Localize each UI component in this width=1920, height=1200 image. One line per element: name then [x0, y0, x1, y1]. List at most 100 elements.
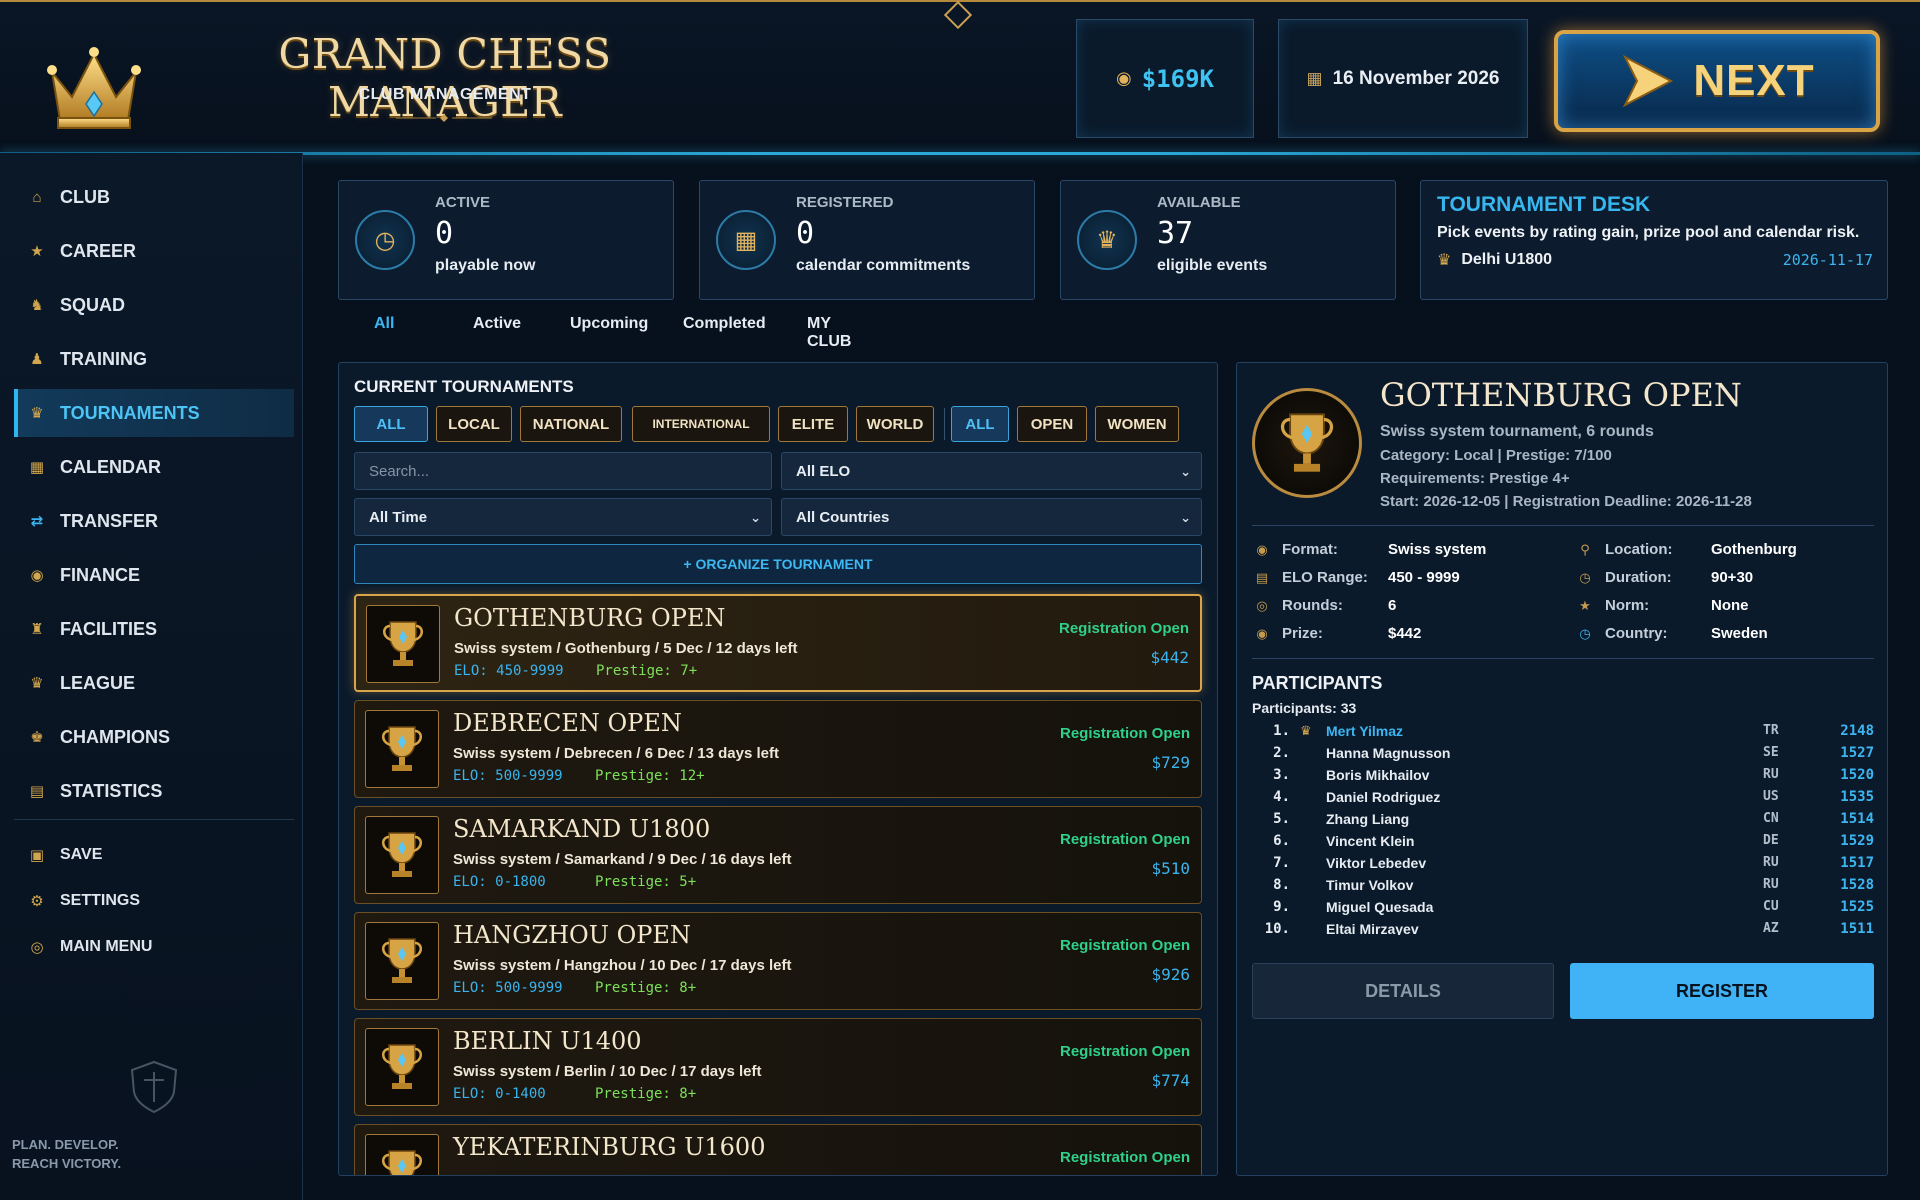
- participant-rank: 1.: [1273, 723, 1290, 739]
- squad-icon: ♞: [30, 297, 44, 314]
- sidebar-item-squad[interactable]: ♞ SQUAD: [14, 281, 294, 329]
- money-value: $169K: [1141, 64, 1214, 93]
- attr-value: Gothenburg: [1711, 541, 1797, 558]
- tab-upcoming[interactable]: Upcoming: [570, 315, 648, 333]
- sidebar-item-facilities[interactable]: ♜ FACILITIES: [14, 605, 294, 653]
- sidebar-item-finance[interactable]: ◉ FINANCE: [14, 551, 294, 599]
- coins-icon: ◉: [1116, 68, 1132, 88]
- sidebar-item-tournaments[interactable]: ♛ TOURNAMENTS: [14, 389, 294, 437]
- sidebar-item-transfer[interactable]: ⇄ TRANSFER: [14, 497, 294, 545]
- tournament-name: DEBRECEN OPEN: [453, 709, 682, 737]
- tournament-prize: $510: [1151, 859, 1190, 878]
- tournament-row[interactable]: HANGZHOU OPEN Swiss system / Hangzhou / …: [354, 912, 1202, 1010]
- tournament-row[interactable]: BERLIN U1400 Swiss system / Berlin / 10 …: [354, 1018, 1202, 1116]
- trophy-icon: ♛: [1077, 210, 1137, 270]
- statistics-icon: ▤: [29, 783, 45, 800]
- participant-rank: 5.: [1273, 811, 1290, 827]
- my-club-icon: ♛: [1300, 723, 1312, 738]
- participant-name: Mert Yilmaz: [1326, 723, 1404, 739]
- attr-key: Prize:: [1282, 625, 1323, 642]
- filter-chip-women[interactable]: WOMEN: [1095, 406, 1179, 442]
- attr-format: ◉ Format: Swiss system: [1254, 541, 1486, 558]
- facilities-icon: ♜: [30, 621, 44, 638]
- tab-all[interactable]: All: [374, 315, 394, 333]
- participant-name: Miguel Quesada: [1326, 899, 1434, 915]
- filter-chip-local[interactable]: LOCAL: [436, 406, 512, 442]
- elo-filter-value: All ELO: [796, 462, 851, 480]
- time-filter-select[interactable]: All Time ⌄: [354, 498, 772, 536]
- sidebar-item-training[interactable]: ♟ TRAINING: [14, 335, 294, 383]
- stat-sub: playable now: [435, 257, 536, 274]
- participant-row: 8. Timur Volkov RU 1528: [1252, 877, 1874, 899]
- sidebar-item-statistics[interactable]: ▤ STATISTICS: [14, 767, 294, 815]
- filter-chip-open[interactable]: OPEN: [1017, 406, 1087, 442]
- desk-event-date: 2026-11-17: [1782, 251, 1873, 269]
- desk-event[interactable]: ♛ Delhi U1800: [1437, 250, 1552, 270]
- panel-title: CURRENT TOURNAMENTS: [354, 377, 574, 396]
- tournament-status: Registration Open: [1059, 1149, 1190, 1166]
- tournament-prestige: Prestige: 8+: [595, 980, 697, 996]
- tournament-row[interactable]: YEKATERINBURG U1600 Registration Open: [354, 1124, 1202, 1175]
- country-filter-select[interactable]: All Countries ⌄: [781, 498, 1202, 536]
- tournament-row[interactable]: SAMARKAND U1800 Swiss system / Samarkand…: [354, 806, 1202, 904]
- participants-list[interactable]: 1. ♛ Mert Yilmaz TR 2148 2. Hanna Magnus…: [1252, 723, 1874, 935]
- sidebar-item-label: CALENDAR: [60, 456, 161, 477]
- participant-elo: 1529: [1840, 833, 1874, 849]
- details-button[interactable]: DETAILS: [1252, 963, 1554, 1019]
- tournament-detail-panel: GOTHENBURG OPEN Swiss system tournament,…: [1236, 362, 1888, 1176]
- tournament-name: BERLIN U1400: [453, 1027, 642, 1055]
- tournament-elo: ELO: 450-9999: [454, 663, 564, 679]
- location-icon: ⚲: [1580, 541, 1590, 557]
- attr-value: 6: [1388, 597, 1397, 614]
- filter-chip-national[interactable]: NATIONAL: [520, 406, 622, 442]
- sidebar-item-settings[interactable]: ⚙ SETTINGS: [14, 881, 294, 921]
- sidebar-item-champions[interactable]: ♚ CHAMPIONS: [14, 713, 294, 761]
- elo-filter-select[interactable]: All ELO ⌄: [781, 452, 1202, 490]
- trophy-icon: [365, 1134, 439, 1175]
- tournament-name: YEKATERINBURG U1600: [453, 1133, 766, 1161]
- filter-chip-elite[interactable]: ELITE: [778, 406, 848, 442]
- training-icon: ♟: [30, 351, 44, 368]
- next-button[interactable]: NEXT: [1554, 30, 1880, 132]
- tab-active[interactable]: Active: [473, 315, 521, 333]
- stat-value: 0: [435, 216, 454, 251]
- tournament-row[interactable]: GOTHENBURG OPEN Swiss system / Gothenbur…: [354, 594, 1202, 692]
- sidebar-item-calendar[interactable]: ▦ CALENDAR: [14, 443, 294, 491]
- filter-chip-all-types[interactable]: ALL: [951, 406, 1009, 442]
- search-field[interactable]: [354, 452, 772, 490]
- tournament-status: Registration Open: [1059, 937, 1190, 954]
- desk-description: Pick events by rating gain, prize pool a…: [1437, 224, 1860, 241]
- stat-label: REGISTERED: [796, 194, 894, 211]
- tournament-row[interactable]: DEBRECEN OPEN Swiss system / Debrecen / …: [354, 700, 1202, 798]
- tournament-meta: Swiss system / Hangzhou / 10 Dec / 17 da…: [453, 957, 792, 974]
- sidebar-item-save[interactable]: ▣ SAVE: [14, 835, 294, 875]
- attr-norm: ★ Norm: None: [1577, 597, 1748, 614]
- sidebar-item-club[interactable]: ⌂ CLUB: [14, 173, 294, 221]
- filter-chip-all-levels[interactable]: ALL: [354, 406, 428, 442]
- tab-completed[interactable]: Completed: [683, 315, 766, 333]
- participants-count: Participants: 33: [1252, 700, 1357, 716]
- next-button-label: NEXT: [1693, 56, 1815, 105]
- filter-chip-world[interactable]: WORLD: [856, 406, 934, 442]
- participant-row: 7. Viktor Lebedev RU 1517: [1252, 855, 1874, 877]
- app-title: GRAND CHESS MANAGER: [278, 30, 612, 126]
- tournament-desk-card: TOURNAMENT DESK Pick events by rating ga…: [1420, 180, 1888, 300]
- sidebar-item-label: LEAGUE: [60, 672, 136, 693]
- participant-row: 10. Eltai Mirzayev AZ 1511: [1252, 921, 1874, 935]
- register-button[interactable]: REGISTER: [1570, 963, 1874, 1019]
- tab-my-club[interactable]: MY CLUB: [807, 315, 851, 351]
- sidebar-item-label: SETTINGS: [60, 892, 141, 909]
- participant-country: RU: [1763, 877, 1779, 892]
- participant-rank: 10.: [1264, 921, 1290, 935]
- date-display: ▦ 16 November 2026: [1278, 19, 1528, 138]
- sidebar-item-career[interactable]: ★ CAREER: [14, 227, 294, 275]
- participant-elo: 1520: [1840, 767, 1874, 783]
- sidebar-item-league[interactable]: ♛ LEAGUE: [14, 659, 294, 707]
- search-input[interactable]: [369, 462, 771, 480]
- tournament-meta: Swiss system / Gothenburg / 5 Dec / 12 d…: [454, 640, 798, 657]
- filter-chip-international[interactable]: INTERNATIONAL: [632, 406, 770, 442]
- organize-tournament-button[interactable]: + ORGANIZE TOURNAMENT: [354, 544, 1202, 584]
- tournament-prize: $729: [1151, 753, 1190, 772]
- stat-value: 0: [796, 216, 815, 251]
- sidebar-item-main-menu[interactable]: ◎ MAIN MENU: [14, 927, 294, 967]
